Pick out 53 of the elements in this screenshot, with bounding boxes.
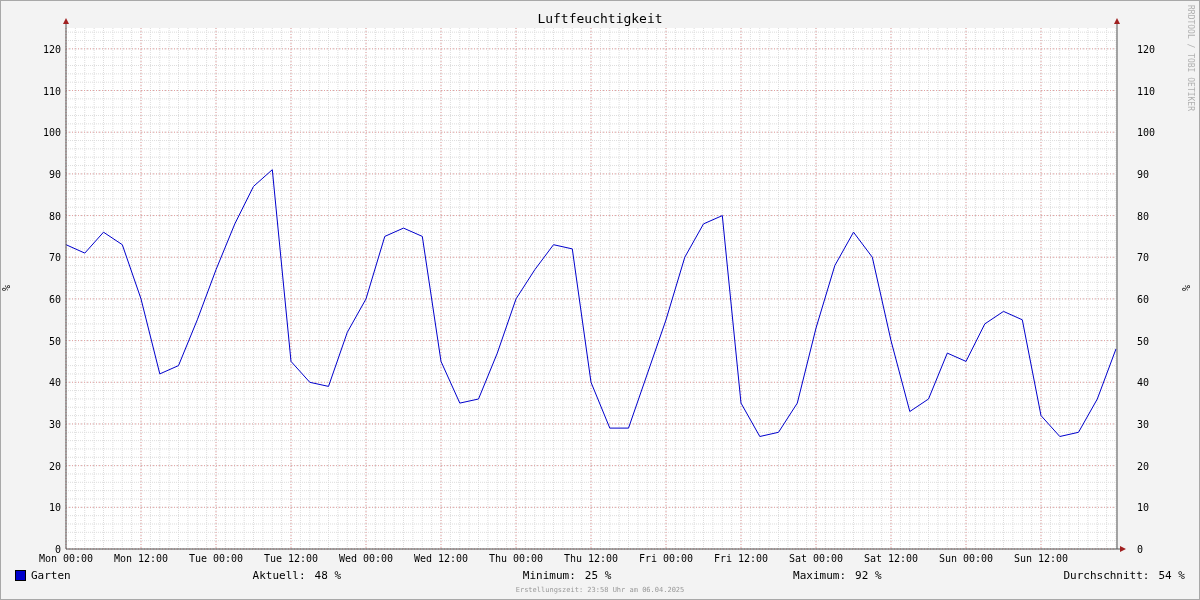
tick-label: 100 bbox=[1137, 127, 1156, 139]
tick-label: Sun 00:00 bbox=[938, 553, 994, 564]
legend-label: Garten bbox=[31, 568, 71, 582]
tick-label: 50 bbox=[1137, 335, 1150, 347]
tick-label: 0 bbox=[1137, 544, 1144, 555]
tick-label: Fri 12:00 bbox=[713, 553, 769, 564]
tick-label: Tue 00:00 bbox=[188, 553, 244, 564]
tick-label: Mon 12:00 bbox=[113, 553, 169, 564]
tick-label: 0 bbox=[54, 544, 61, 555]
axis-label: % bbox=[1181, 285, 1192, 291]
tick-label: Sat 00:00 bbox=[788, 553, 844, 564]
stat-label: Durchschnitt: bbox=[1063, 568, 1150, 582]
tick-label: 120 bbox=[42, 43, 61, 55]
tick-label: 100 bbox=[42, 127, 61, 139]
axis-label: % bbox=[1, 285, 12, 291]
stat-value: 48 % bbox=[314, 568, 342, 582]
tick-label: 120 bbox=[1137, 43, 1156, 55]
tick-label: Mon 00:00 bbox=[38, 553, 94, 564]
tick-label: 40 bbox=[48, 377, 61, 389]
stat-label: Maximum: bbox=[793, 568, 847, 582]
tick-label: 80 bbox=[1137, 210, 1150, 222]
tick-label: 20 bbox=[48, 460, 61, 472]
stat-label: Aktuell: bbox=[252, 568, 306, 582]
tick-label: 90 bbox=[1137, 168, 1150, 180]
tick-label: 10 bbox=[1137, 502, 1150, 514]
tick-label: 50 bbox=[48, 335, 61, 347]
stat-value: 92 % bbox=[855, 568, 882, 582]
stat-value: 54 % bbox=[1158, 568, 1185, 582]
tick-label: 30 bbox=[48, 418, 61, 430]
chart-title: Luftfeuchtigkeit bbox=[537, 11, 663, 26]
tick-label: 30 bbox=[1137, 418, 1150, 430]
tick-label: 70 bbox=[1137, 252, 1150, 264]
tick-label: Tue 12:00 bbox=[263, 553, 319, 564]
tick-label: 60 bbox=[1137, 293, 1150, 305]
tick-label: Fri 00:00 bbox=[638, 553, 694, 564]
credit-text: RRDTOOL / TOBI OETIKER bbox=[1186, 5, 1195, 111]
tick-label: Wed 12:00 bbox=[413, 553, 469, 564]
tick-label: Thu 12:00 bbox=[563, 553, 619, 564]
tick-label: Thu 00:00 bbox=[488, 553, 544, 564]
tick-label: 20 bbox=[1137, 460, 1150, 472]
tick-label: 10 bbox=[48, 502, 61, 514]
tick-label: 110 bbox=[1137, 85, 1156, 97]
tick-label: 60 bbox=[48, 293, 61, 305]
tick-label: Sun 12:00 bbox=[1013, 553, 1069, 564]
tick-label: Wed 00:00 bbox=[338, 553, 394, 564]
tick-label: 80 bbox=[48, 210, 61, 222]
tick-label: 70 bbox=[48, 252, 61, 264]
tick-label: Sat 12:00 bbox=[863, 553, 919, 564]
tick-label: 40 bbox=[1137, 377, 1150, 389]
tick-label: 90 bbox=[48, 168, 61, 180]
stat-label: Minimum: bbox=[522, 568, 576, 582]
stat-value: 25 % bbox=[584, 568, 612, 582]
tick-label: 110 bbox=[42, 85, 61, 97]
